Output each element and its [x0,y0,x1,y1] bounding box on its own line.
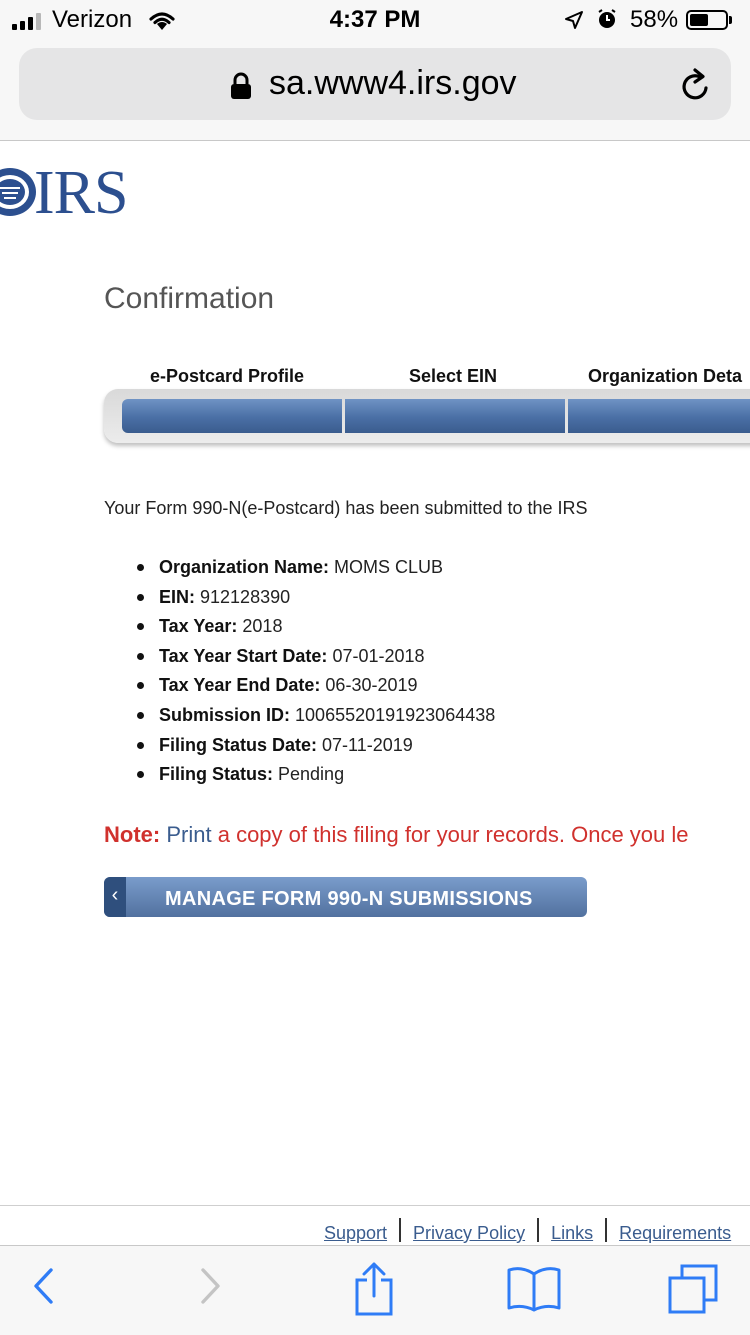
footer-separator [537,1218,540,1242]
detail-value: 06-30-2019 [325,675,418,696]
battery-icon [686,10,728,30]
list-item: Submission ID: 10065520191923064438 [104,703,495,733]
footer-links: Support Privacy Policy Links Requirements [324,1218,731,1246]
irs-logo[interactable]: IRS [34,158,128,229]
progress-steps-labels: e-Postcard Profile Select EIN Organizati… [104,366,750,390]
footer-separator [399,1218,402,1242]
battery-tip [729,16,732,24]
footer-link-privacy-policy[interactable]: Privacy Policy [413,1223,525,1243]
irs-eagle-seal-icon [0,166,38,223]
manage-submissions-button[interactable]: ‹ MANAGE FORM 990-N SUBMISSIONS [104,877,587,917]
filing-details-list: Organization Name: MOMS CLUB EIN: 912128… [104,555,495,792]
forward-icon[interactable] [198,1264,224,1313]
progress-segment-select-ein [345,399,565,433]
alarm-clock-icon [596,8,618,35]
detail-value: Pending [278,764,345,785]
detail-label: Tax Year Start Date: [159,645,328,666]
detail-value: 2018 [242,616,283,637]
reload-icon[interactable] [679,68,713,109]
list-item: Filing Status: Pending [104,762,495,792]
page-title: Confirmation [104,282,275,315]
progress-segment-organization-details [568,399,750,433]
location-arrow-icon [564,10,584,35]
footer-divider [0,1205,750,1206]
url-text[interactable]: sa.www4.irs.gov [269,64,517,103]
battery-percent: 58% [630,6,679,33]
browser-address-area: sa.www4.irs.gov [0,40,750,141]
footer-link-requirements[interactable]: Requirements [619,1223,731,1243]
detail-label: Tax Year End Date: [159,675,321,696]
submission-confirmation-message: Your Form 990-N(e-Postcard) has been sub… [104,498,588,518]
detail-label: Organization Name: [159,557,330,577]
progress-segment-profile [122,399,342,433]
note-text: a copy of this filing for your records. … [217,822,689,847]
address-bar[interactable]: sa.www4.irs.gov [19,48,731,120]
print-note: Note: Print a copy of this filing for yo… [104,822,750,848]
footer-link-links[interactable]: Links [551,1223,593,1243]
list-item: EIN: 912128390 [104,585,495,615]
footer-link-support[interactable]: Support [324,1223,387,1243]
step-label-organization-details: Organization Deta [588,366,743,386]
list-item: Filing Status Date: 07-11-2019 [104,733,495,763]
detail-value: 912128390 [200,586,291,607]
chevron-left-icon: ‹ [104,877,126,917]
list-item: Tax Year Start Date: 07-01-2018 [104,644,495,674]
detail-label: Filing Status Date: [159,734,318,755]
detail-value: 10065520191923064438 [295,704,496,725]
note-label: Note: [104,822,161,847]
manage-submissions-label: MANAGE FORM 990-N SUBMISSIONS [165,888,533,910]
step-label-select-ein: Select EIN [409,366,498,386]
bookmarks-icon[interactable] [506,1264,562,1317]
back-icon[interactable] [30,1264,56,1313]
detail-label: EIN: [159,586,195,607]
list-item: Organization Name: MOMS CLUB [104,555,495,585]
print-link[interactable]: Print [166,822,211,847]
list-item: Tax Year: 2018 [104,614,495,644]
tabs-icon[interactable] [666,1262,720,1321]
lock-icon [230,72,252,105]
status-bar: Verizon 4:37 PM 58% [0,0,750,40]
browser-toolbar [0,1245,750,1335]
share-icon[interactable] [352,1260,396,1321]
detail-value: MOMS CLUB [334,557,444,577]
detail-value: 07-11-2019 [322,734,413,755]
step-label-profile: e-Postcard Profile [150,366,305,386]
list-item: Tax Year End Date: 06-30-2019 [104,673,495,703]
footer-separator [605,1218,608,1242]
detail-label: Submission ID: [159,704,291,725]
detail-label: Tax Year: [159,616,238,637]
detail-value: 07-01-2018 [332,645,425,666]
detail-label: Filing Status: [159,764,273,785]
